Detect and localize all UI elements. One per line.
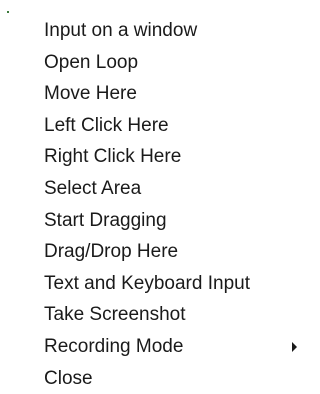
- menu-item-recording-mode[interactable]: Recording Mode: [0, 331, 303, 363]
- menu-item-label: Start Dragging: [44, 209, 167, 231]
- menu-item-right-click-here[interactable]: Right Click Here: [0, 141, 303, 173]
- menu-item-move-here[interactable]: Move Here: [0, 78, 303, 110]
- menu-item-left-click-here[interactable]: Left Click Here: [0, 110, 303, 142]
- menu-item-label: Open Loop: [44, 51, 139, 73]
- menu-item-label: Move Here: [44, 83, 137, 105]
- corner-marker: [7, 11, 9, 13]
- submenu-arrow-icon: [292, 341, 297, 352]
- menu-item-label: Right Click Here: [44, 146, 182, 168]
- menu-item-take-screenshot[interactable]: Take Screenshot: [0, 299, 303, 331]
- menu-item-close[interactable]: Close: [0, 363, 303, 394]
- menu-item-start-dragging[interactable]: Start Dragging: [0, 205, 303, 237]
- menu-item-label: Left Click Here: [44, 114, 169, 136]
- menu-list: Input on a window Open Loop Move Here Le…: [0, 15, 303, 394]
- menu-item-label: Drag/Drop Here: [44, 241, 179, 263]
- menu-item-label: Input on a window: [44, 20, 198, 41]
- menu-item-select-area[interactable]: Select Area: [0, 173, 303, 205]
- menu-item-input-on-a-window[interactable]: Input on a window: [0, 15, 303, 47]
- menu-item-open-loop[interactable]: Open Loop: [0, 47, 303, 79]
- menu-item-label: Select Area: [44, 177, 142, 199]
- menu-item-drag-drop-here[interactable]: Drag/Drop Here: [0, 236, 303, 268]
- menu-item-label: Recording Mode: [44, 335, 184, 357]
- menu-item-label: Text and Keyboard Input: [44, 272, 250, 294]
- context-menu: Input on a window Open Loop Move Here Le…: [0, 0, 303, 394]
- menu-item-label: Close: [44, 367, 93, 389]
- menu-item-text-and-keyboard-input[interactable]: Text and Keyboard Input: [0, 268, 303, 300]
- menu-item-label: Take Screenshot: [44, 304, 186, 326]
